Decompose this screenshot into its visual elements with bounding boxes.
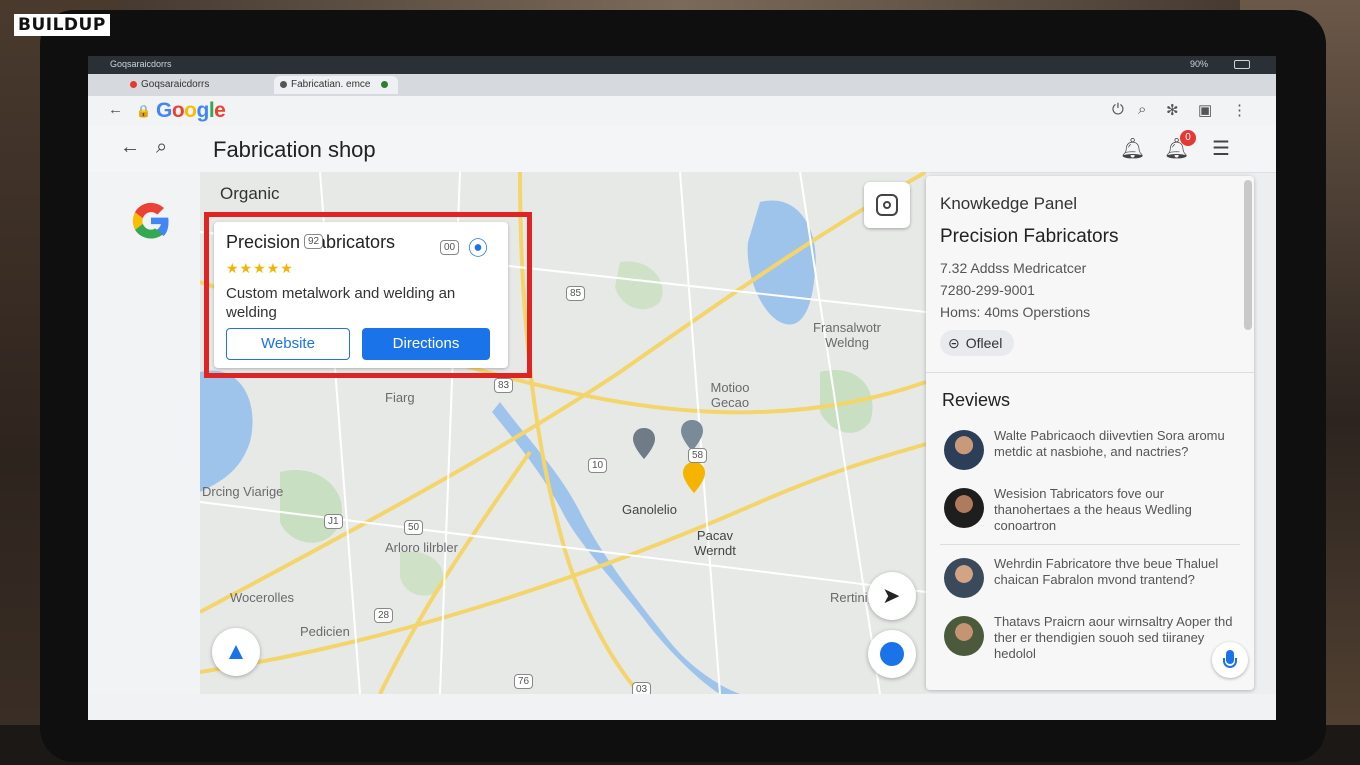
route-shield: 85 xyxy=(566,286,586,301)
hamburger-menu-icon[interactable]: ☰ xyxy=(1212,136,1230,161)
compass-button[interactable]: ➤ xyxy=(868,572,916,620)
microphone-stand xyxy=(1223,658,1237,668)
camera-lens xyxy=(883,201,891,209)
status-chip-label: Ofleel xyxy=(965,335,1003,351)
business-listing-card[interactable]: Precision Fabricators ⦿ ★★★★★ Custom met… xyxy=(214,222,508,368)
map-label: Fiarg xyxy=(385,390,415,405)
brand-logo: BUILDUP xyxy=(14,14,110,36)
battery-percent: 90% xyxy=(1190,59,1209,69)
lock-icon xyxy=(280,80,287,88)
search-header: ← ⌕ Fabrication shop 🔔︎ 🔔︎ 0 ☰ xyxy=(88,126,1276,173)
review-text: Walte Pabricaoch diivevtien Sora aromu m… xyxy=(994,428,1225,459)
tab-icon[interactable]: ▣ xyxy=(1198,101,1212,119)
compass-icon: ➤ xyxy=(882,583,901,608)
business-phone[interactable]: 7280-299-9001 xyxy=(940,282,1035,298)
avatar xyxy=(944,430,984,470)
google-wordmark: Google xyxy=(156,99,226,122)
directions-fab[interactable] xyxy=(868,630,916,678)
laptop-screen: Goqsaraicdorrs 90% Goqsaraicdorrs Fabric… xyxy=(88,56,1276,720)
battery-icon xyxy=(1234,60,1250,69)
business-name: Precision Fabricators xyxy=(940,226,1119,247)
avatar xyxy=(944,488,984,528)
avatar xyxy=(944,616,984,656)
bottom-strip xyxy=(88,694,1276,720)
divider xyxy=(940,544,1240,545)
site-info-icon[interactable]: 🔒 xyxy=(136,104,151,118)
route-shield: 83 xyxy=(494,378,514,393)
route-shield: 58 xyxy=(688,448,708,463)
tab-2[interactable]: Fabricatian. emce xyxy=(274,76,399,94)
left-gutter xyxy=(88,172,200,720)
tab-1[interactable]: Goqsaraicdorrs xyxy=(124,76,215,94)
map-label: Arloro lilrbler xyxy=(385,540,458,555)
knowledge-panel: Knowkedge Panel Precision Fabricators 7.… xyxy=(926,176,1254,690)
tab-1-label: Goqsaraicdorrs xyxy=(141,79,210,90)
map-label: Motioo Gecao xyxy=(710,380,750,410)
back-icon[interactable]: ← xyxy=(120,136,140,159)
navigation-fab[interactable]: ▲ xyxy=(212,628,260,676)
route-shield: J1 xyxy=(324,514,343,529)
review-item[interactable]: Walte Pabricaoch diivevtien Sora aromu m… xyxy=(944,428,1234,488)
map-label: Drcing Viarige xyxy=(202,484,284,499)
tab-status-icon xyxy=(381,80,389,88)
route-shield: 00 xyxy=(440,240,460,255)
search-query[interactable]: Fabrication shop xyxy=(213,137,376,163)
directions-button[interactable]: Directions xyxy=(362,328,490,360)
bell-icon[interactable]: 🔔︎ xyxy=(1120,136,1145,161)
rating-stars: ★★★★★ xyxy=(226,260,294,276)
business-hours: Homs: 40ms Operstions xyxy=(940,304,1091,320)
os-status-bar: Goqsaraicdorrs 90% xyxy=(88,56,1276,74)
os-bar-app-text: Goqsaraicdorrs xyxy=(110,59,172,69)
review-text: Wesision Tabricators fove our thanoherta… xyxy=(994,486,1192,533)
organic-label: Organic xyxy=(220,184,280,203)
power-icon[interactable]: ⏻ xyxy=(1112,101,1124,118)
camera-button[interactable] xyxy=(864,182,910,228)
map-label: Wocerolles xyxy=(230,590,295,605)
website-button[interactable]: Website xyxy=(226,328,350,360)
listing-description: Custom metalwork and welding an welding xyxy=(226,285,456,321)
divider xyxy=(926,372,1254,373)
extension-icon[interactable]: ✻ xyxy=(1166,101,1179,119)
map-label: Pedicien xyxy=(300,624,350,639)
browser-menu-icon[interactable]: ⋮ xyxy=(1232,101,1247,119)
route-shield: 76 xyxy=(514,674,534,689)
tab-2-label: Fabricatian. emce xyxy=(291,79,371,90)
search-icon[interactable]: ⌕ xyxy=(156,136,167,159)
tab-favicon xyxy=(130,80,137,88)
navigation-icon: ▲ xyxy=(224,638,248,665)
voice-search-button[interactable] xyxy=(1212,642,1248,678)
review-text: Thatavs Praicrn aour wirnsaltry Aoper th… xyxy=(994,614,1233,661)
review-item[interactable]: Wesision Tabricators fove our thanoherta… xyxy=(944,486,1234,546)
map-label: Ganolelio xyxy=(622,502,677,517)
route-shield: 10 xyxy=(588,458,608,473)
back-arrow-icon[interactable]: ← xyxy=(108,101,123,118)
panel-scrollbar[interactable] xyxy=(1244,180,1252,330)
notification-count-badge: 0 xyxy=(1180,130,1196,146)
route-shield: 03 xyxy=(632,682,652,694)
map-label: Pacav Werndt xyxy=(694,528,736,558)
business-address: 7.32 Addss Medricatcer xyxy=(940,260,1087,276)
clock-icon: ⊝ xyxy=(948,335,960,351)
review-item[interactable]: Thatavs Praicrn aour wirnsaltry Aoper th… xyxy=(944,614,1234,674)
review-text: Wehrdin Fabricatore thve beue Thaluel ch… xyxy=(994,556,1219,587)
route-shield: 50 xyxy=(404,520,424,535)
reviews-heading: Reviews xyxy=(942,390,1011,410)
route-shield: 92 xyxy=(304,234,324,249)
panel-heading: Knowkedge Panel xyxy=(940,194,1078,213)
location-pin-icon: ⦿ xyxy=(468,238,488,260)
avatar xyxy=(944,558,984,598)
google-g-logo xyxy=(132,202,169,239)
review-item[interactable]: Wehrdin Fabricatore thve beue Thaluel ch… xyxy=(944,556,1234,616)
address-bar: ← 🔒 Google ⏻ ⌕ ✻ ▣ ⋮ xyxy=(88,96,1276,127)
map-label: Fransalwotr Weldng xyxy=(813,320,881,350)
search-icon[interactable]: ⌕ xyxy=(1138,101,1146,118)
map-view[interactable]: Organic Precision Fabricators ⦿ ★★★★★ Cu… xyxy=(200,172,926,694)
directions-icon xyxy=(880,642,904,666)
route-shield: 28 xyxy=(374,608,394,623)
status-chip[interactable]: ⊝ Ofleel xyxy=(940,330,1015,356)
browser-tab-strip: Goqsaraicdorrs Fabricatian. emce xyxy=(88,74,1276,96)
